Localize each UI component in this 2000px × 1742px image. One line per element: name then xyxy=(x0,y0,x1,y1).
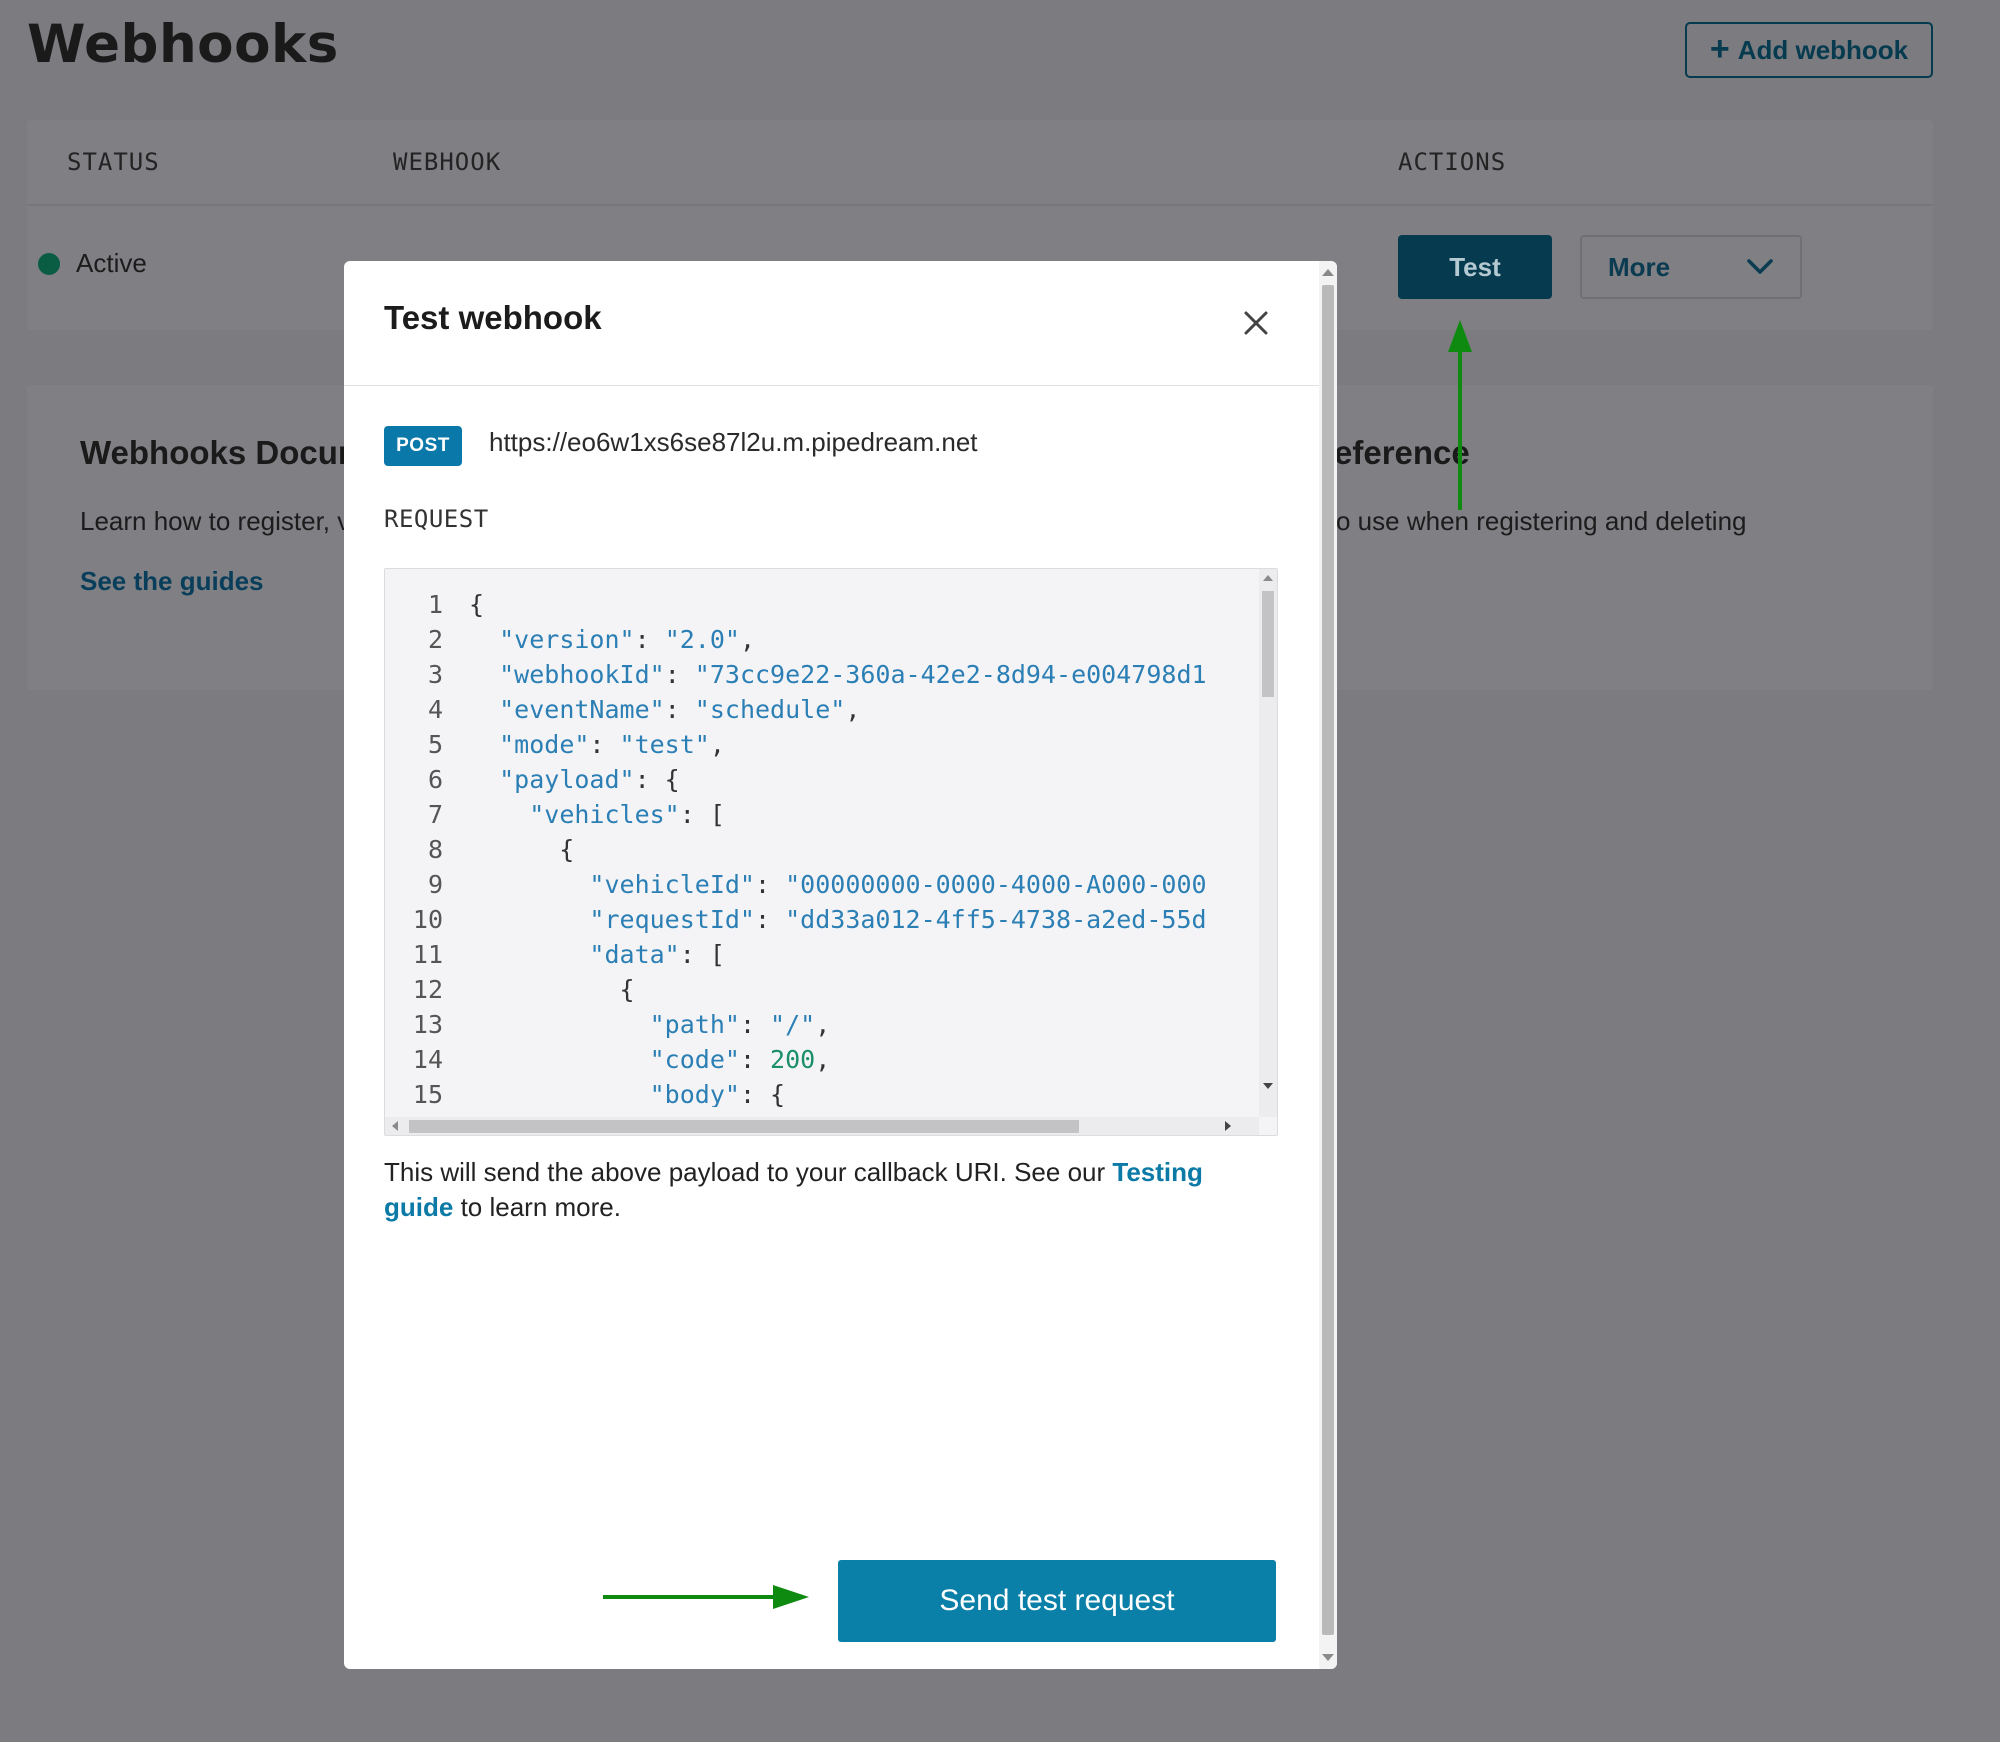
line-number: 12 xyxy=(412,975,443,1004)
code-vertical-scrollbar[interactable] xyxy=(1259,569,1277,1117)
code-line: 14 "code": 200, xyxy=(385,1042,1255,1077)
test-button[interactable]: Test xyxy=(1398,235,1552,299)
status-column-header: STATUS xyxy=(67,148,160,176)
code-text: "eventName": "schedule", xyxy=(499,695,861,724)
code-line: 9 "vehicleId": "00000000-0000-4000-A000-… xyxy=(385,867,1255,902)
code-line: 13 "path": "/", xyxy=(385,1007,1255,1042)
help-text: This will send the above payload to your… xyxy=(384,1155,1264,1225)
code-line: 5 "mode": "test", xyxy=(385,727,1255,762)
scroll-right-icon[interactable] xyxy=(1225,1121,1231,1131)
code-line: 11 "data": [ xyxy=(385,937,1255,972)
annotation-arrow-up-icon xyxy=(1448,320,1472,510)
scroll-thumb[interactable] xyxy=(1262,591,1274,697)
code-text: "vehicles": [ xyxy=(529,800,725,829)
line-number: 6 xyxy=(427,765,443,794)
scroll-down-icon[interactable] xyxy=(1263,1083,1273,1089)
status-label: Active xyxy=(76,248,147,278)
dialog-scrollbar[interactable] xyxy=(1319,261,1337,1669)
code-line: 12 { xyxy=(385,972,1255,1007)
add-webhook-button[interactable]: + Add webhook xyxy=(1685,22,1933,78)
line-number: 8 xyxy=(427,835,443,864)
request-payload-editor[interactable]: 1{2 "version": "2.0", 3 "webhookId": "73c… xyxy=(384,568,1278,1136)
code-line: 10 "requestId": "dd33a012-4ff5-4738-a2ed… xyxy=(385,902,1255,937)
test-webhook-dialog: Test webhook POST https://eo6w1xs6se87l2… xyxy=(344,261,1337,1669)
code-line: 3 "webhookId": "73cc9e22-360a-42e2-8d94-… xyxy=(385,657,1255,692)
code-line: 7 "vehicles": [ xyxy=(385,797,1255,832)
scroll-up-icon[interactable] xyxy=(1263,575,1273,581)
code-text: { xyxy=(469,835,575,864)
line-number: 7 xyxy=(427,800,443,829)
line-number: 10 xyxy=(412,905,443,934)
code-text: "vehicleId": "00000000-0000-4000-A000-00… xyxy=(589,870,1207,899)
line-number: 5 xyxy=(427,730,443,759)
code-text: "requestId": "dd33a012-4ff5-4738-a2ed-55… xyxy=(589,905,1207,934)
scroll-thumb-horizontal[interactable] xyxy=(409,1120,1079,1133)
code-text: "code": 200, xyxy=(649,1045,831,1074)
code-text: "webhookId": "73cc9e22-360a-42e2-8d94-e0… xyxy=(499,660,1207,689)
line-number: 13 xyxy=(412,1010,443,1039)
status-dot-icon xyxy=(38,252,60,275)
annotation-arrow-right-icon xyxy=(603,1585,809,1609)
chevron-down-icon xyxy=(1747,259,1773,274)
docs-description: Learn how to register, v xyxy=(80,506,351,536)
see-guides-link[interactable]: See the guides xyxy=(80,566,264,597)
help-text-start: This will send the above payload to your… xyxy=(384,1157,1113,1187)
code-line: 1{ xyxy=(385,587,1255,622)
scroll-left-icon[interactable] xyxy=(392,1121,398,1131)
line-number: 1 xyxy=(427,590,443,619)
more-dropdown[interactable]: More xyxy=(1580,235,1802,299)
line-number: 11 xyxy=(412,940,443,969)
scroll-down-icon[interactable] xyxy=(1322,1654,1334,1661)
line-number: 2 xyxy=(427,625,443,654)
line-number: 14 xyxy=(412,1045,443,1074)
code-line: 15 "body": { xyxy=(385,1077,1255,1107)
code-line: 6 "payload": { xyxy=(385,762,1255,797)
code-text: "path": "/", xyxy=(649,1010,831,1039)
code-text: "version": "2.0", xyxy=(499,625,756,654)
help-text-end: to learn more. xyxy=(453,1192,621,1222)
line-number: 15 xyxy=(412,1080,443,1107)
code-lines: 1{2 "version": "2.0", 3 "webhookId": "73c… xyxy=(385,587,1255,1107)
docs-title: Webhooks Docum xyxy=(80,434,368,471)
line-number: 3 xyxy=(427,660,443,689)
add-webhook-label: Add webhook xyxy=(1737,34,1909,65)
send-test-request-button[interactable]: Send test request xyxy=(838,1560,1276,1642)
http-method-badge: POST xyxy=(384,426,462,466)
actions-column-header: ACTIONS xyxy=(1398,148,1507,176)
more-label: More xyxy=(1608,251,1671,282)
plus-icon: + xyxy=(1709,29,1730,68)
code-text: "body": { xyxy=(649,1080,786,1107)
code-text: "data": [ xyxy=(589,940,725,969)
webhook-column-header: WEBHOOK xyxy=(393,148,502,176)
dialog-header: Test webhook xyxy=(344,261,1319,386)
page-title: Webhooks xyxy=(27,14,339,75)
code-text: "mode": "test", xyxy=(499,730,725,759)
code-text: { xyxy=(469,590,485,619)
code-text: { xyxy=(469,975,635,1004)
code-horizontal-scrollbar[interactable] xyxy=(385,1117,1259,1135)
dialog-title: Test webhook xyxy=(384,299,602,336)
dialog-scroll-thumb[interactable] xyxy=(1322,285,1334,1635)
table-header: STATUS WEBHOOK ACTIONS xyxy=(27,120,1933,206)
status-cell: Active xyxy=(38,248,147,279)
webhook-url: https://eo6w1xs6se87l2u.m.pipedream.net xyxy=(489,427,978,457)
scroll-up-icon[interactable] xyxy=(1322,269,1334,276)
code-text: "payload": { xyxy=(499,765,680,794)
close-icon[interactable] xyxy=(1238,305,1274,341)
code-line: 4 "eventName": "schedule", xyxy=(385,692,1255,727)
api-reference-description: o use when registering and deleting xyxy=(1336,506,1747,536)
code-line: 2 "version": "2.0", xyxy=(385,622,1255,657)
code-line: 8 { xyxy=(385,832,1255,867)
line-number: 4 xyxy=(427,695,443,724)
line-number: 9 xyxy=(427,870,443,899)
request-label: REQUEST xyxy=(384,505,489,533)
